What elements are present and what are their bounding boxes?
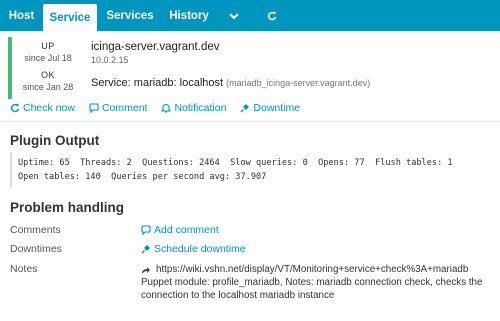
host-name[interactable]: icinga-server.vagrant.dev	[91, 41, 219, 53]
comment-button[interactable]: Comment	[89, 101, 148, 115]
host-state: UP	[41, 41, 55, 51]
comments-label: Comments	[10, 224, 61, 236]
service-state-block: OK since Jan 28	[16, 70, 80, 92]
comment-label: Comment	[101, 102, 148, 114]
service-full-name: (mariadb_icinga-server.vagrant.dev)	[226, 78, 371, 88]
downtime-button[interactable]: Downtime	[240, 101, 300, 115]
plug-icon	[141, 245, 150, 254]
tab-service[interactable]: Service	[43, 4, 97, 31]
problem-handling-heading: Problem handling	[10, 200, 125, 215]
service-state: OK	[40, 70, 55, 80]
service-state-since: since Jan 28	[22, 82, 74, 92]
notification-label: Notification	[174, 102, 227, 114]
notes-label: Notes	[10, 263, 38, 275]
refresh-icon	[10, 103, 20, 113]
check-now-button[interactable]: Check now	[10, 101, 75, 115]
notes-content: https://wiki.vshn.net/display/VT/Monitor…	[141, 263, 491, 302]
comment-icon	[141, 225, 151, 235]
tab-bar: Host Service Services History	[0, 0, 500, 31]
host-row: UP since Jul 18 icinga-server.vagrant.de…	[12, 37, 496, 65]
schedule-downtime-link[interactable]: Schedule downtime	[141, 243, 246, 255]
downtimes-label: Downtimes	[10, 243, 62, 255]
host-state-block: UP since Jul 18	[16, 41, 80, 63]
add-comment-label: Add comment	[154, 224, 219, 236]
divider	[0, 121, 500, 122]
tab-services[interactable]: Services	[97, 0, 163, 31]
tab-more-dropdown[interactable]	[215, 0, 253, 31]
notes-url: https://wiki.vshn.net/display/VT/Monitor…	[156, 264, 469, 275]
plugin-output-line-1: Uptime: 65 Threads: 2 Questions: 2464 Sl…	[18, 158, 453, 168]
refresh-button[interactable]	[253, 0, 291, 31]
service-label: Service: mariadb: localhost	[91, 77, 224, 89]
notes-text: Puppet module: profile_mariadb, Notes: m…	[141, 277, 483, 301]
share-arrow-icon	[142, 266, 150, 274]
quick-actions: Check now Comment Notification Downtime	[10, 101, 300, 115]
plugin-output-heading: Plugin Output	[10, 133, 100, 148]
service-row: OK since Jan 28 Service: mariadb: localh…	[12, 68, 496, 98]
schedule-downtime-label: Schedule downtime	[154, 243, 246, 255]
host-state-since: since Jul 18	[24, 53, 72, 63]
comment-icon	[89, 103, 99, 113]
object-header: UP since Jul 18 icinga-server.vagrant.de…	[8, 37, 496, 99]
host-address: 10.0.2.15	[91, 55, 129, 65]
plug-icon	[240, 104, 250, 113]
tab-host[interactable]: Host	[0, 0, 43, 31]
add-comment-link[interactable]: Add comment	[141, 224, 219, 236]
downtime-label: Downtime	[253, 102, 301, 114]
tab-history[interactable]: History	[163, 0, 215, 31]
notes-url-link[interactable]: https://wiki.vshn.net/display/VT/Monitor…	[141, 263, 491, 276]
check-now-label: Check now	[23, 102, 75, 114]
notification-button[interactable]: Notification	[161, 101, 226, 115]
bell-icon	[161, 104, 172, 113]
plugin-output-line-2: Open tables: 140 Queries per second avg:…	[18, 172, 267, 182]
service-name: Service: mariadb: localhost (mariadb_ici…	[91, 77, 370, 89]
refresh-icon	[267, 11, 277, 20]
plugin-output: Uptime: 65 Threads: 2 Questions: 2464 Sl…	[10, 152, 494, 188]
chevron-down-icon	[229, 12, 239, 19]
